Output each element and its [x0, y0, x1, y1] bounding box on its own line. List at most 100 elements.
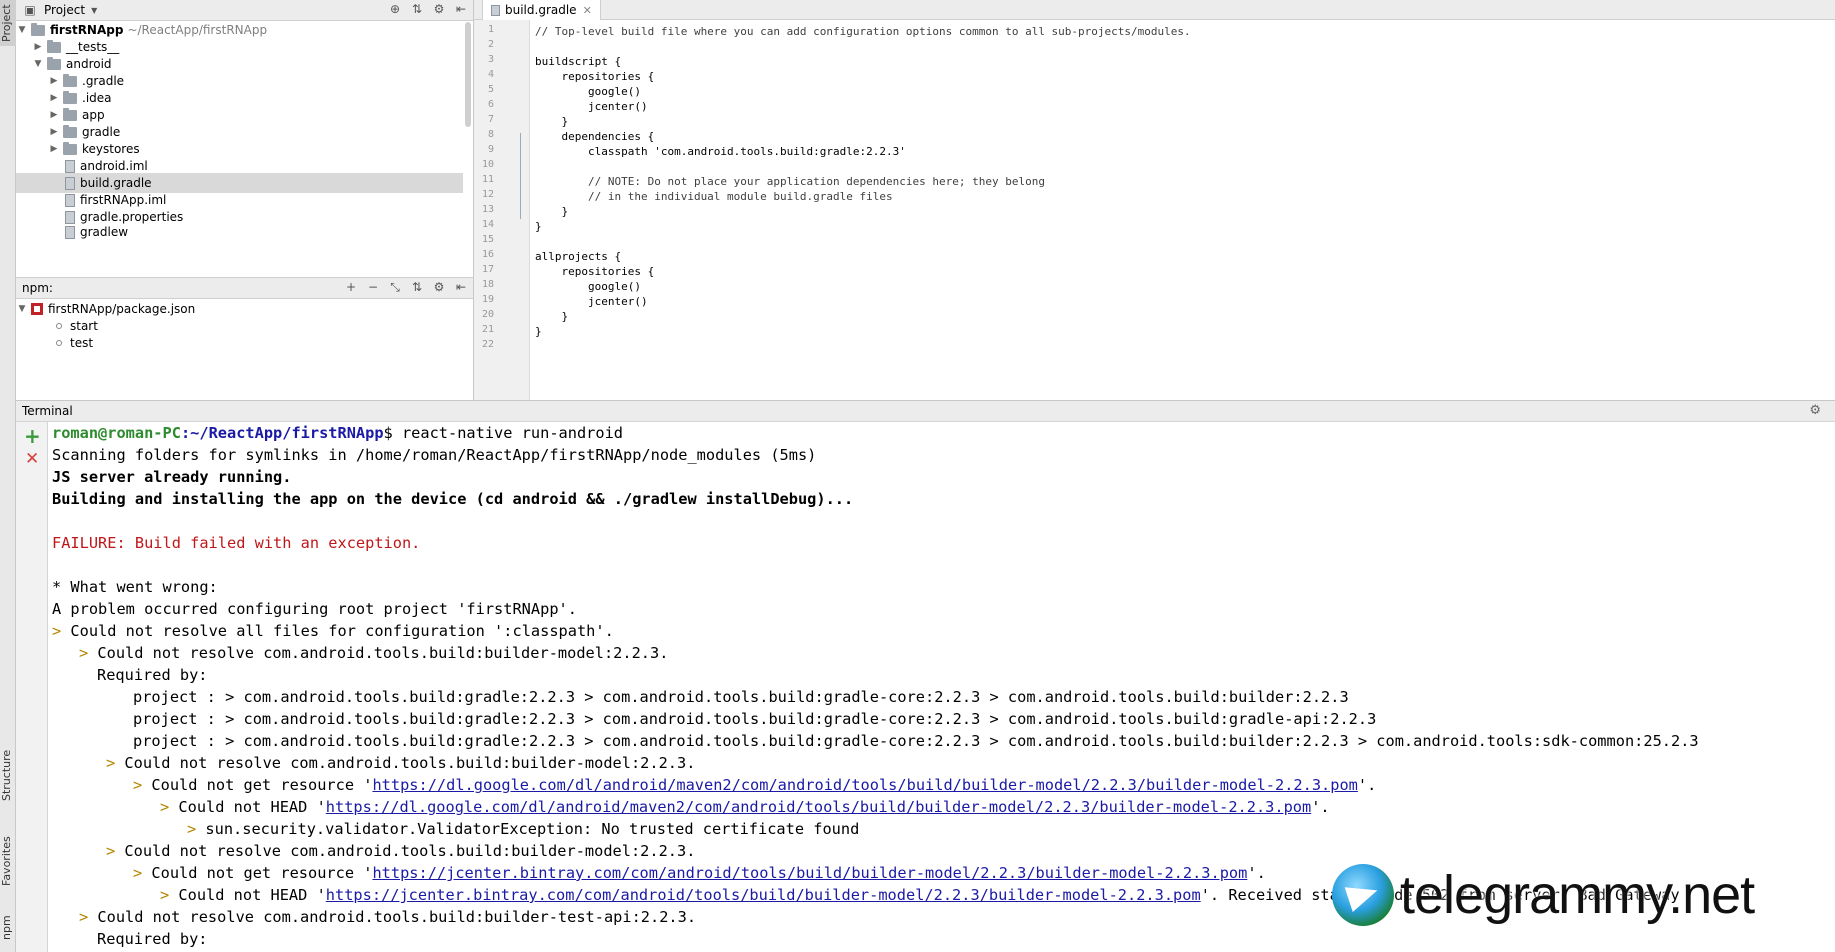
npm-script-test[interactable]: test	[16, 333, 463, 353]
editor-tab-bar: build.gradle ✕	[474, 0, 1835, 20]
line-number: 6	[487, 99, 494, 110]
terminal-line-text: Could not HEAD '	[178, 886, 326, 904]
gt-marker: >	[160, 886, 179, 904]
npm-tool-tab-label: npm	[0, 915, 13, 941]
remove-icon[interactable]: −	[365, 280, 381, 295]
chevron-down-icon[interactable]: ▼	[91, 6, 97, 15]
tree-item-label: build.gradle	[80, 176, 152, 190]
terminal-line: > Could not get resource 'https://dl.goo…	[133, 774, 1376, 796]
tree-item-path: ~/ReactApp/firstRNApp	[127, 23, 268, 37]
line-number: 1	[487, 24, 494, 35]
project-tool-tab[interactable]: Project	[0, 0, 16, 46]
scroll-from-source-icon[interactable]: ⊕	[387, 2, 403, 16]
npm-package-label: firstRNApp/package.json	[48, 302, 196, 316]
prompt-path: :~/ReactApp/firstRNApp	[180, 424, 384, 442]
line-number: 8	[487, 129, 494, 140]
expand-arrow-icon[interactable]: ▶	[48, 76, 60, 86]
tree-item-label: .gradle	[82, 74, 125, 88]
script-bullet-icon	[56, 323, 62, 329]
expand-arrow-icon[interactable]: ▼	[16, 304, 28, 314]
code-line: dependencies {	[535, 130, 655, 143]
tree-item-label: keystores	[82, 142, 140, 156]
folder-icon	[63, 141, 77, 155]
tree-item-label: .idea	[82, 91, 112, 105]
folder-icon	[63, 73, 77, 87]
tree-item-label: android	[66, 57, 112, 71]
code-line: jcenter()	[535, 295, 648, 308]
hide-panel-icon[interactable]: ⇤	[453, 2, 469, 16]
terminal-link[interactable]: https://jcenter.bintray.com/com/android/…	[372, 864, 1247, 882]
line-number: 17	[481, 264, 494, 275]
expand-arrow-icon[interactable]: ▶	[48, 93, 60, 103]
line-number: 20	[481, 309, 494, 320]
terminal-line: Required by:	[97, 930, 208, 948]
npm-script-label: start	[70, 319, 98, 333]
tab-label: build.gradle	[505, 3, 577, 17]
terminal-line-text: Could not resolve com.android.tools.buil…	[124, 842, 696, 860]
terminal-link[interactable]: https://jcenter.bintray.com/com/android/…	[326, 886, 1201, 904]
gear-icon[interactable]: ⚙	[431, 280, 447, 295]
gt-marker: >	[79, 644, 98, 662]
code-line: google()	[535, 280, 641, 293]
terminal-line-text: Could not resolve com.android.tools.buil…	[124, 754, 696, 772]
gt-marker: >	[160, 798, 179, 816]
line-number: 9	[487, 144, 494, 155]
terminal-line: Building and installing the app on the d…	[52, 490, 854, 508]
tree-item-label: android.iml	[80, 159, 148, 173]
expand-arrow-icon[interactable]: ▶	[48, 110, 60, 120]
structure-tool-tab[interactable]: Structure	[0, 740, 16, 810]
code-line: jcenter()	[535, 100, 648, 113]
code-line: }	[535, 220, 542, 233]
code-editor[interactable]: // Top-level build file where you can ad…	[531, 20, 1835, 400]
close-session-icon[interactable]: ✕	[25, 450, 39, 468]
collapse-all-icon[interactable]: ⇅	[409, 2, 425, 16]
folder-icon	[31, 22, 45, 36]
gear-icon[interactable]: ⚙	[1809, 403, 1821, 418]
gear-icon[interactable]: ⚙	[431, 2, 447, 16]
terminal-link[interactable]: https://dl.google.com/dl/android/maven2/…	[372, 776, 1357, 794]
expand-arrow-icon[interactable]: ▶	[32, 42, 44, 52]
code-line: repositories {	[535, 265, 655, 278]
line-number: 14	[481, 219, 494, 230]
npm-panel-header: npm: + − ⤡ ⇅ ⚙ ⇤	[16, 278, 473, 299]
project-scrollbar[interactable]	[465, 22, 471, 127]
telegram-globe-icon	[1332, 864, 1394, 926]
npm-icon	[31, 303, 43, 315]
terminal-link[interactable]: https://dl.google.com/dl/android/maven2/…	[326, 798, 1311, 816]
file-icon	[65, 225, 75, 239]
terminal-line: > Could not HEAD 'https://dl.google.com/…	[160, 796, 1330, 818]
folder-icon	[63, 124, 77, 138]
close-icon[interactable]: ✕	[583, 4, 592, 17]
expand-arrow-icon[interactable]: ▼	[32, 59, 44, 69]
tree-item-gradlew[interactable]: gradlew	[16, 224, 463, 240]
run-icon[interactable]: ⤡	[387, 280, 403, 295]
terminal-line: project : > com.android.tools.build:grad…	[133, 732, 1699, 750]
project-view-selector[interactable]: Project	[38, 3, 85, 17]
terminal-line: > Could not get resource 'https://jcente…	[133, 862, 1266, 884]
gt-marker: >	[79, 908, 98, 926]
favorites-tool-tab[interactable]: Favorites	[0, 825, 16, 897]
terminal-line: > Could not resolve com.android.tools.bu…	[106, 752, 695, 774]
terminal-header: Terminal ⚙	[16, 400, 1835, 422]
new-session-icon[interactable]: +	[24, 426, 41, 446]
tree-item-label: __tests__	[66, 40, 120, 54]
expand-arrow-icon[interactable]: ▼	[16, 25, 28, 35]
line-number: 19	[481, 294, 494, 305]
expand-arrow-icon[interactable]: ▶	[48, 144, 60, 154]
project-view-icon: ▣	[24, 3, 36, 17]
add-icon[interactable]: +	[343, 280, 359, 295]
gradle-file-icon	[491, 4, 500, 16]
file-icon	[65, 210, 75, 224]
npm-tool-tab[interactable]: npm	[0, 905, 16, 951]
terminal-line-text: Could not resolve com.android.tools.buil…	[97, 644, 669, 662]
code-line: }	[535, 115, 569, 128]
expand-arrow-icon[interactable]: ▶	[48, 127, 60, 137]
tree-item-label: gradlew	[80, 225, 129, 239]
hide-panel-icon[interactable]: ⇤	[453, 280, 469, 295]
terminal-line: Required by:	[97, 666, 208, 684]
line-number: 22	[481, 339, 494, 350]
line-number: 18	[481, 279, 494, 290]
tab-build-gradle[interactable]: build.gradle ✕	[482, 0, 601, 20]
collapse-all-icon[interactable]: ⇅	[409, 280, 425, 295]
line-number: 12	[481, 189, 494, 200]
